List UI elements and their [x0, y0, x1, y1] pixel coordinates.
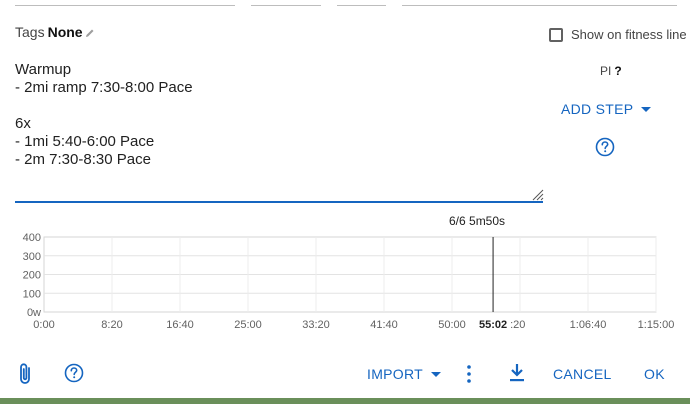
field-underline — [337, 5, 386, 6]
y-tick-label: 100 — [23, 288, 41, 300]
pi-label: PI — [600, 64, 612, 78]
x-tick-label: 25:00 — [234, 319, 262, 331]
y-tick-label: 0w — [27, 307, 41, 319]
tags-label: Tags — [15, 24, 45, 40]
x-tick-label: 8:20 — [101, 319, 122, 331]
add-step-button[interactable]: ADD STEP — [561, 101, 652, 117]
x-tick-label: 1:15:00 — [638, 319, 675, 331]
pi-indicator: PI? — [600, 64, 622, 78]
x-tick-label-partial: :20 — [510, 319, 525, 331]
more-vert-icon[interactable] — [465, 364, 473, 384]
import-button[interactable]: IMPORT — [367, 366, 441, 382]
ok-button[interactable]: OK — [644, 366, 665, 382]
caret-down-icon — [641, 106, 652, 112]
field-underline — [251, 5, 321, 6]
workout-text-area[interactable]: Warmup - 2mi ramp 7:30-8:00 Pace 6x - 1m… — [15, 61, 543, 203]
show-fitness-line-checkbox[interactable] — [549, 27, 563, 42]
show-fitness-line-toggle[interactable]: Show on fitness line — [549, 27, 687, 42]
x-tick-label: 41:40 — [370, 319, 398, 331]
caret-down-icon — [431, 371, 441, 377]
import-label: IMPORT — [367, 366, 423, 382]
cancel-button[interactable]: CANCEL — [553, 366, 612, 382]
add-step-label: ADD STEP — [561, 101, 634, 117]
field-underline — [15, 5, 235, 6]
y-tick-label: 400 — [23, 232, 41, 244]
chart-cursor-x-label: 55:02 — [479, 319, 507, 331]
dialog-actions: IMPORT CANCEL OK — [0, 355, 690, 391]
background-strip — [0, 398, 690, 404]
download-icon[interactable] — [509, 363, 525, 382]
x-tick-label: 16:40 — [166, 319, 194, 331]
pi-value: ? — [614, 64, 622, 78]
x-tick-label: 1:06:40 — [570, 319, 607, 331]
paperclip-icon[interactable] — [17, 362, 35, 386]
y-tick-label: 200 — [23, 270, 41, 282]
x-tick-label: 0:00 — [33, 319, 54, 331]
x-tick-label: 50:00 — [438, 319, 466, 331]
x-tick-label: 33:20 — [302, 319, 330, 331]
show-fitness-line-label: Show on fitness line — [571, 27, 687, 42]
workout-chart[interactable]: 400 300 200 100 0w 0:00 8:20 16:40 25:00 33:20 41… — [0, 228, 690, 338]
field-underline — [402, 5, 677, 6]
tags-value: None — [47, 24, 83, 40]
pencil-icon[interactable] — [85, 28, 95, 38]
tags-field[interactable]: Tags None — [15, 24, 95, 40]
help-icon[interactable] — [64, 363, 84, 383]
y-tick-label: 300 — [23, 251, 41, 263]
resize-handle-icon[interactable] — [531, 188, 544, 201]
help-icon[interactable] — [595, 137, 615, 157]
chart-cursor-label: 6/6 5m50s — [449, 214, 506, 228]
